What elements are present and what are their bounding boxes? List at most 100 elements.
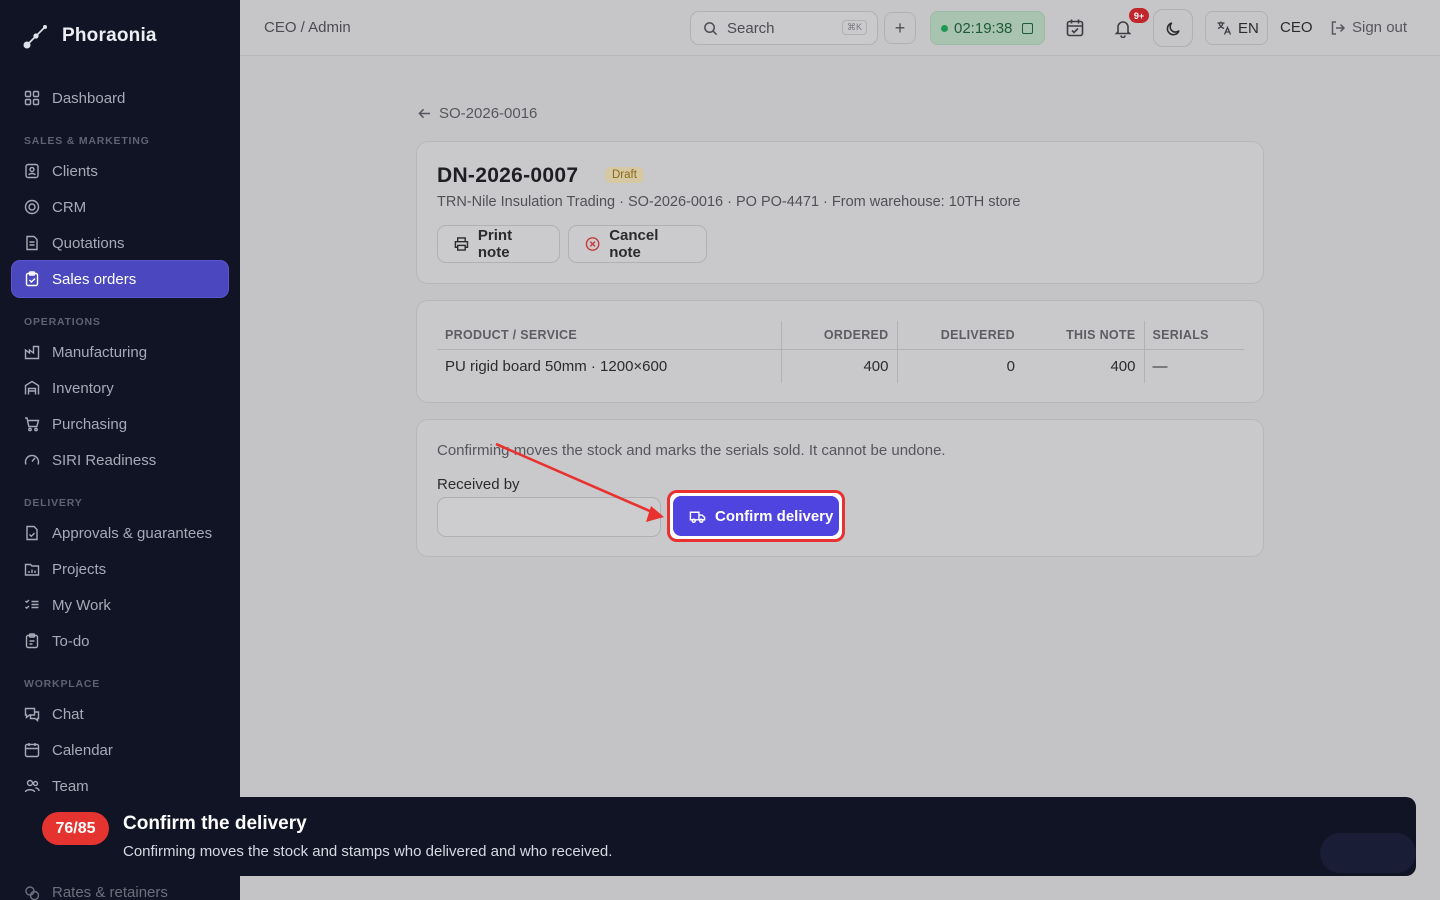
tour-banner: 76/85 Confirm the delivery Confirming mo… [24,797,1416,876]
sidebar-item-label: Approvals & guarantees [52,524,213,542]
sidebar-item-purchasing[interactable]: Purchasing [12,406,228,442]
x-circle-icon [585,237,600,251]
received-by-input[interactable] [437,497,661,537]
confirm-delivery-label: Confirm delivery [715,507,834,525]
coins-icon [25,885,40,900]
column-header-this-note: THIS NOTE [1023,321,1145,350]
search-input[interactable]: Search ⌘K [690,11,878,45]
user-role[interactable]: CEO [1280,19,1313,36]
folder-chart-icon [24,563,40,576]
section-sales-marketing: SALES & MARKETING [24,135,150,147]
calendar-icon [24,743,40,758]
contacts-icon [25,163,39,179]
recording-dot-icon [941,24,948,32]
sidebar-item-label: Dashboard [52,89,126,107]
checklist-icon [25,599,39,610]
line-items-table: PRODUCT / SERVICE ORDERED DELIVERED THIS… [437,321,1244,383]
sidebar-item-clients[interactable]: Clients [12,153,228,189]
sidebar-item-label: My Work [52,596,111,614]
logo-icon [23,25,47,49]
sidebar-item-quotations[interactable]: Quotations [12,225,228,261]
plus-icon: + [894,17,906,38]
sidebar-item-chat[interactable]: Chat [12,696,228,732]
sidebar-item-approvals[interactable]: Approvals & guarantees [12,515,228,551]
sidebar-item-label: Team [52,777,89,795]
language-code: EN [1238,19,1259,37]
sidebar-item-todo[interactable]: To-do [12,623,228,659]
sidebar-item-dashboard[interactable]: Dashboard [12,80,228,116]
table-row: PU rigid board 50mm · 1200×600 400 0 400… [437,349,1244,383]
printer-icon [454,237,469,251]
sidebar-item-label: Purchasing [52,415,128,433]
print-note-button[interactable]: Print note [437,225,560,263]
sidebar-item-label: Calendar [52,741,113,759]
moon-icon [1166,21,1180,35]
notification-badge: 9+ [1129,8,1149,23]
document-icon [26,235,38,251]
delivery-note-header-card: DN-2026-0007 Draft TRN-Nile Insulation T… [416,141,1264,284]
sidebar-item-rates[interactable]: Rates & retainers [24,884,168,900]
warehouse-icon [24,380,40,395]
sidebar-item-label: Rates & retainers [52,884,168,900]
line-items-card: PRODUCT / SERVICE ORDERED DELIVERED THIS… [416,300,1264,403]
sidebar-item-siri-readiness[interactable]: SIRI Readiness [12,442,228,478]
sidebar-item-inventory[interactable]: Inventory [12,370,228,406]
confirm-delivery-button[interactable]: Confirm delivery [673,496,839,536]
breadcrumb[interactable]: CEO / Admin [264,19,351,36]
tour-description: Confirming moves the stock and stamps wh… [123,843,613,860]
sidebar-item-label: CRM [52,198,87,216]
cell-product: PU rigid board 50mm · 1200×600 [437,349,782,383]
document-meta: TRN-Nile Insulation Trading · SO-2026-00… [437,194,1021,210]
sidebar-item-calendar[interactable]: Calendar [12,732,228,768]
print-note-label: Print note [477,227,513,261]
sidebar-item-manufacturing[interactable]: Manufacturing [12,334,228,370]
sidebar-item-crm[interactable]: CRM [12,189,228,225]
search-placeholder: Search [727,19,775,37]
tour-title: Confirm the delivery [123,813,307,834]
sidebar-item-sales-orders[interactable]: Sales orders [12,261,228,297]
search-icon [704,21,718,35]
sign-out-icon [1331,20,1346,35]
sidebar-item-my-work[interactable]: My Work [12,587,228,623]
shortcut-hint: ⌘K [841,20,867,35]
translate-icon [1217,21,1232,35]
calendar-check-button[interactable] [1059,12,1091,44]
brand[interactable]: Phoraonia [22,22,157,50]
sidebar-item-projects[interactable]: Projects [12,551,228,587]
section-workplace: WORKPLACE [24,678,101,690]
time-tracker[interactable]: 02:19:38 [930,11,1045,45]
sidebar-item-label: Clients [52,162,98,180]
target-icon [24,199,40,215]
sidebar-item-label: Sales orders [52,270,137,288]
tour-next-button[interactable] [1320,833,1416,873]
sign-out-link[interactable]: Sign out [1330,19,1407,36]
topbar: CEO / Admin Search ⌘K + 02:19:38 9+ EN C… [240,0,1440,56]
tour-step-counter: 76/85 [42,812,109,845]
truck-icon [689,511,706,523]
column-header-serials: SERIALS [1144,321,1244,350]
sidebar-item-label: SIRI Readiness [52,451,157,469]
stop-icon[interactable] [1022,22,1034,34]
notifications-button[interactable]: 9+ [1107,8,1149,44]
sidebar-item-label: Inventory [52,379,114,397]
sidebar: Phoraonia Dashboard SALES & MARKETING Cl… [0,0,240,900]
sidebar-item-label: Quotations [52,234,125,252]
add-button[interactable]: + [884,12,916,44]
gauge-icon [24,454,40,465]
column-header-product: PRODUCT / SERVICE [437,321,782,350]
brand-name: Phoraonia [62,25,157,46]
theme-toggle[interactable] [1153,9,1193,47]
section-delivery: DELIVERY [24,497,83,509]
confirm-warning-text: Confirming moves the stock and marks the… [437,442,946,459]
back-to-sales-order-link[interactable]: SO-2026-0016 [418,105,537,122]
calendar-check-icon [1066,19,1084,37]
chat-icon [24,707,40,722]
clipboard-icon [25,633,39,649]
bell-icon [1114,21,1132,38]
cell-this-note: 400 [1023,349,1145,383]
language-selector[interactable]: EN [1205,11,1268,45]
received-by-label: Received by [437,476,520,493]
cancel-note-button[interactable]: Cancel note [568,225,707,263]
sidebar-item-label: Projects [52,560,107,578]
arrow-left-icon [418,108,431,119]
